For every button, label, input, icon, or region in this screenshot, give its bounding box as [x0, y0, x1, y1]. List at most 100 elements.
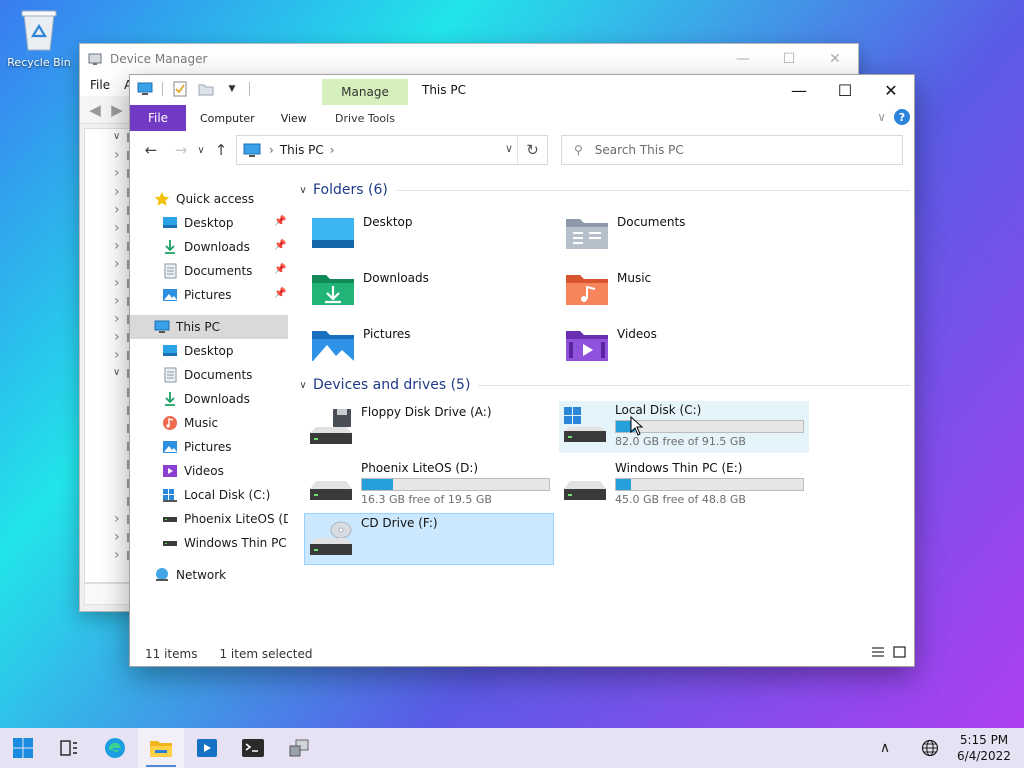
tree-row[interactable]	[85, 547, 132, 565]
folder-tile-music[interactable]: Music	[563, 267, 813, 319]
tree-row[interactable]	[85, 256, 132, 274]
tree-row[interactable]	[85, 493, 132, 511]
tree-row[interactable]	[85, 402, 132, 420]
tree-row[interactable]	[85, 365, 132, 383]
maximize-button[interactable]: ☐	[822, 75, 868, 105]
devmgr-menu-file[interactable]: File	[90, 78, 110, 92]
folder-tile-videos[interactable]: Videos	[563, 323, 813, 375]
devmgr-minimize-button[interactable]: —	[720, 44, 766, 74]
collapse-chevron-icon[interactable]: ∨	[295, 380, 311, 391]
terminal-taskbar-button[interactable]	[230, 728, 276, 768]
this-pc-icon[interactable]	[136, 81, 154, 97]
file-explorer-window[interactable]: ▼ Manage Drive Tools This PC — ☐ ✕ File …	[129, 74, 915, 667]
tree-row[interactable]	[85, 511, 132, 529]
recent-locations-chevron-icon[interactable]: ∨	[194, 137, 208, 163]
tab-drive-tools[interactable]: Drive Tools	[322, 105, 408, 131]
network-globe-icon[interactable]	[918, 739, 942, 757]
new-folder-icon[interactable]	[197, 81, 215, 97]
edge-taskbar-button[interactable]	[92, 728, 138, 768]
drive-tile-thin-pc-e[interactable]: Windows Thin PC (E:) 45.0 GB free of 48.…	[559, 459, 809, 511]
tree-row[interactable]	[85, 311, 132, 329]
address-history-chevron-icon[interactable]: ∨	[505, 142, 513, 155]
devmgr-maximize-button[interactable]: ☐	[766, 44, 812, 74]
tree-row[interactable]	[85, 165, 132, 183]
tree-row[interactable]	[85, 293, 132, 311]
explorer-titlebar[interactable]: ▼ Manage Drive Tools This PC — ☐ ✕ File …	[130, 75, 914, 131]
pin-icon[interactable]: 📌	[274, 288, 286, 299]
up-button[interactable]: ↑	[208, 137, 234, 163]
devmgr-forward-icon[interactable]: ▶	[106, 99, 128, 121]
nav-pc-music[interactable]: Music	[130, 411, 288, 435]
tree-row[interactable]	[85, 475, 132, 493]
back-button[interactable]: ←	[138, 137, 164, 163]
large-icons-view-icon[interactable]	[893, 646, 906, 661]
search-box[interactable]: ⚲ Search This PC	[561, 135, 903, 165]
tree-row[interactable]	[85, 529, 132, 547]
nav-pc-thin[interactable]: Windows Thin PC (E:)	[130, 531, 288, 555]
nav-pc-documents[interactable]: Documents	[130, 363, 288, 387]
breadcrumb-separator-icon[interactable]: ›	[269, 143, 274, 157]
nav-qa-pictures[interactable]: Pictures 📌	[130, 283, 288, 307]
nav-quick-access[interactable]: Quick access	[130, 187, 288, 211]
file-explorer-taskbar-button[interactable]	[138, 728, 184, 768]
tree-row[interactable]	[85, 147, 132, 165]
pin-icon[interactable]: 📌	[274, 216, 286, 227]
devmgr-back-icon[interactable]: ◀	[84, 99, 106, 121]
nav-pc-local-disk[interactable]: Local Disk (C:)	[130, 483, 288, 507]
tree-row[interactable]	[85, 220, 132, 238]
devmgr-device-tree[interactable]	[84, 128, 132, 583]
minimize-button[interactable]: —	[776, 75, 822, 105]
tree-row[interactable]	[85, 129, 132, 147]
folders-group-header[interactable]: ∨ Folders (6)	[295, 179, 910, 201]
drive-tile-cd-f[interactable]: CD Drive (F:)	[304, 513, 554, 565]
nav-pc-downloads[interactable]: Downloads	[130, 387, 288, 411]
nav-network[interactable]: Network	[130, 563, 288, 587]
folder-tile-documents[interactable]: Documents	[563, 211, 813, 263]
tab-computer[interactable]: Computer	[186, 105, 268, 131]
device-manager-taskbar-button[interactable]	[276, 728, 322, 768]
details-view-icon[interactable]	[871, 646, 885, 661]
tree-row[interactable]	[85, 184, 132, 202]
breadcrumb-separator-icon[interactable]: ›	[330, 143, 335, 157]
nav-this-pc[interactable]: This PC	[130, 315, 288, 339]
recycle-bin-desktop-icon[interactable]: Recycle Bin	[6, 8, 72, 69]
search-input[interactable]: Search This PC	[595, 143, 684, 157]
nav-qa-downloads[interactable]: Downloads 📌	[130, 235, 288, 259]
tree-row[interactable]	[85, 384, 132, 402]
properties-icon[interactable]	[171, 81, 189, 97]
tab-view[interactable]: View	[268, 105, 320, 131]
tree-row[interactable]	[85, 347, 132, 365]
breadcrumb-this-pc[interactable]: This PC	[280, 143, 324, 157]
folder-tile-desktop[interactable]: Desktop	[309, 211, 559, 263]
manage-contextual-tab[interactable]: Manage Drive Tools	[322, 79, 408, 131]
tree-row[interactable]	[85, 275, 132, 293]
task-view-button[interactable]	[46, 728, 92, 768]
tree-row[interactable]	[85, 329, 132, 347]
clock[interactable]: 5:15 PM 6/4/2022	[950, 732, 1018, 764]
tree-row[interactable]	[85, 420, 132, 438]
tab-file[interactable]: File	[130, 105, 186, 131]
drive-tile-local-disk-c[interactable]: Local Disk (C:) 82.0 GB free of 91.5 GB	[559, 401, 809, 453]
devmgr-close-button[interactable]: ✕	[812, 44, 858, 74]
show-hidden-icons-chevron-icon[interactable]: ∧	[870, 740, 900, 756]
drive-tile-phoenix-d[interactable]: Phoenix LiteOS (D:) 16.3 GB free of 19.5…	[305, 459, 555, 511]
pin-icon[interactable]: 📌	[274, 264, 286, 275]
tree-row[interactable]	[85, 438, 132, 456]
nav-qa-desktop[interactable]: Desktop 📌	[130, 211, 288, 235]
nav-pc-desktop[interactable]: Desktop	[130, 339, 288, 363]
collapse-chevron-icon[interactable]: ∨	[295, 185, 311, 196]
nav-qa-documents[interactable]: Documents 📌	[130, 259, 288, 283]
refresh-button[interactable]: ↻	[517, 136, 547, 164]
nav-pc-pictures[interactable]: Pictures	[130, 435, 288, 459]
expand-ribbon-chevron-icon[interactable]: ∨	[877, 110, 886, 124]
help-icon[interactable]: ?	[894, 109, 910, 125]
devices-group-header[interactable]: ∨ Devices and drives (5)	[295, 374, 910, 396]
tree-row[interactable]	[85, 202, 132, 220]
address-bar[interactable]: › This PC › ∨ ↻	[236, 135, 548, 165]
nav-pc-videos[interactable]: Videos	[130, 459, 288, 483]
folder-tile-downloads[interactable]: Downloads	[309, 267, 559, 319]
navigation-pane[interactable]: Quick access Desktop 📌 Downloads 📌 Docum…	[130, 187, 288, 647]
start-button[interactable]	[0, 728, 46, 768]
customize-qat-chevron-icon[interactable]: ▼	[223, 81, 241, 97]
media-app-taskbar-button[interactable]	[184, 728, 230, 768]
